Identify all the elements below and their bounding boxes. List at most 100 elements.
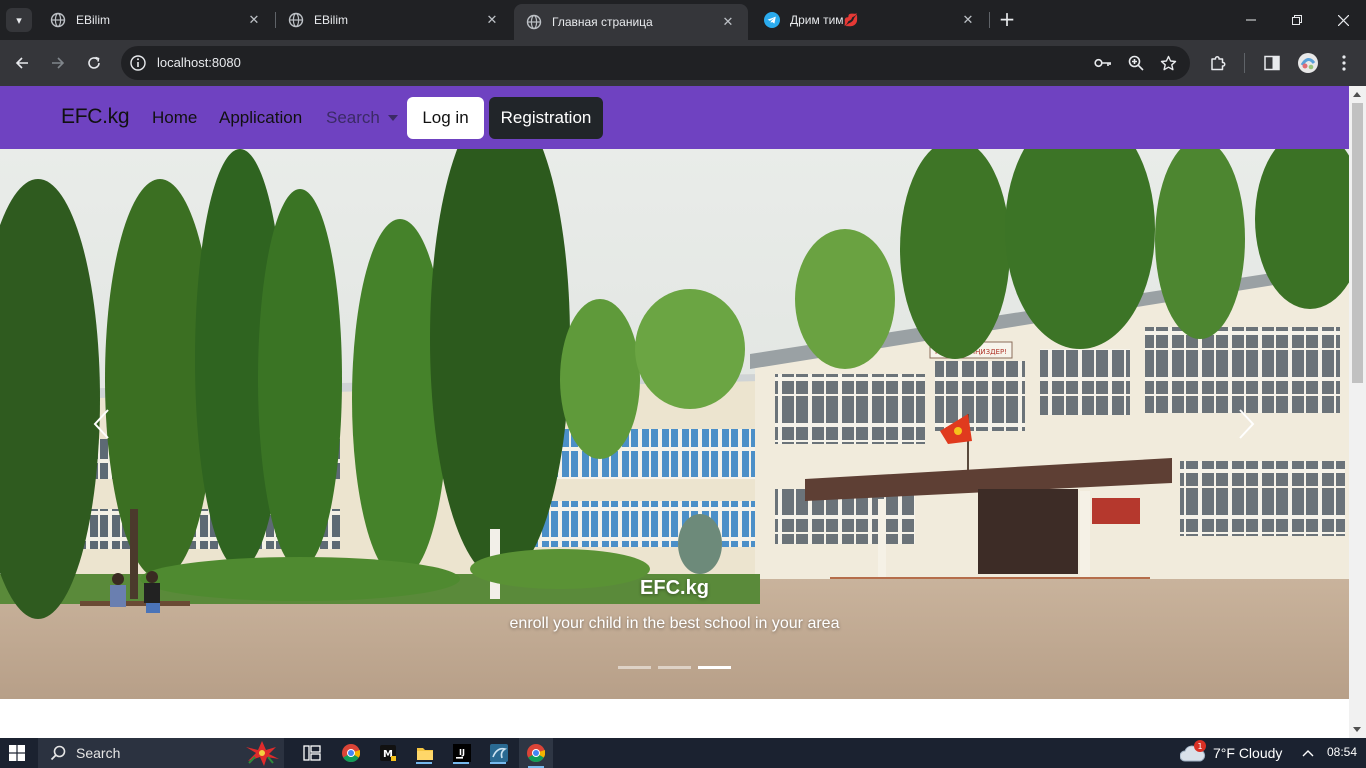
task-view-button[interactable] (301, 742, 323, 764)
browser-toolbar: localhost:8080 (0, 40, 1366, 86)
chevron-down-icon: ▾ (16, 13, 22, 27)
chrome-icon (527, 744, 545, 762)
running-indicator (490, 762, 506, 764)
tab-title: Дрим тим💋 (790, 13, 859, 27)
brand-logo[interactable]: EFC.kg (61, 105, 130, 129)
zoom-button[interactable] (1126, 53, 1146, 73)
scroll-thumb[interactable] (1352, 103, 1363, 383)
login-button[interactable]: Log in (407, 97, 484, 139)
carousel-indicator-2[interactable] (658, 666, 691, 669)
windows-taskbar: Search M IJ 1 7°F Cloudy 08:54 (0, 738, 1366, 768)
running-indicator (453, 762, 469, 764)
show-hidden-icons-button[interactable] (1300, 745, 1316, 761)
extensions-button[interactable] (1207, 52, 1229, 74)
close-tab-icon[interactable]: ✕ (246, 12, 262, 28)
close-window-button[interactable] (1320, 0, 1366, 40)
bookmark-button[interactable] (1158, 53, 1178, 73)
registration-button[interactable]: Registration (489, 97, 603, 139)
globe-icon (526, 14, 542, 30)
close-tab-icon[interactable]: ✕ (720, 14, 736, 30)
more-vertical-icon (1342, 55, 1346, 71)
minimize-icon (1246, 19, 1256, 21)
side-panel-icon (1264, 55, 1280, 71)
globe-icon (288, 12, 304, 28)
globe-icon (50, 12, 66, 28)
mediaget-icon: M (380, 745, 396, 761)
toolbar-divider (1244, 53, 1245, 73)
new-tab-button[interactable]: + (996, 7, 1018, 31)
tab-search-button[interactable]: ▾ (6, 8, 32, 32)
back-button[interactable] (8, 49, 36, 77)
tab-title: EBilim (314, 13, 349, 27)
dropdown-caret-icon[interactable] (388, 115, 398, 121)
chrome-menu-button[interactable] (1333, 52, 1355, 74)
forward-button[interactable] (44, 49, 72, 77)
browser-tab-strip: ▾ EBilim ✕ EBilim ✕ Главная страница ✕ Д… (0, 0, 1366, 40)
profile-button[interactable] (1297, 52, 1319, 74)
minimize-button[interactable] (1228, 0, 1274, 40)
folder-icon (417, 748, 433, 760)
carousel-indicator-3-active[interactable] (698, 666, 731, 669)
workbench-icon (490, 744, 508, 762)
password-key-button[interactable] (1093, 53, 1113, 73)
browser-tab-4[interactable]: Дрим тим💋 ✕ (752, 4, 988, 36)
address-bar[interactable]: localhost:8080 (121, 46, 1190, 80)
carousel-prev-button[interactable] (86, 404, 116, 444)
info-icon[interactable] (129, 54, 147, 72)
chevron-right-icon (1239, 409, 1255, 439)
star-icon (1160, 55, 1176, 70)
nav-search-dropdown[interactable]: Search (326, 108, 380, 128)
taskbar-intellij[interactable]: IJ (451, 742, 473, 764)
page-scrollbar[interactable] (1349, 86, 1366, 738)
windows-start-icon[interactable] (9, 745, 25, 761)
zoom-in-icon (1128, 55, 1144, 71)
tab-title: EBilim (76, 13, 111, 27)
task-view-icon (303, 745, 321, 761)
nav-application-link[interactable]: Application (219, 108, 302, 128)
nav-home-link[interactable]: Home (152, 108, 197, 128)
arrow-left-icon (15, 57, 28, 69)
chevron-left-icon (93, 409, 109, 439)
chevron-up-icon (1302, 750, 1314, 757)
taskbar-search-box[interactable]: Search (38, 738, 284, 768)
close-tab-icon[interactable]: ✕ (484, 12, 500, 28)
close-tab-icon[interactable]: ✕ (960, 12, 976, 28)
browser-tab-1[interactable]: EBilim ✕ (38, 4, 274, 36)
carousel-caption-title: EFC.kg (640, 577, 709, 599)
scroll-up-arrow-icon[interactable] (1353, 92, 1361, 97)
taskbar-mediaget[interactable]: M (377, 742, 399, 764)
carousel-caption-text: enroll your child in the best school in … (509, 615, 840, 632)
taskbar-mysql-workbench[interactable] (488, 742, 510, 764)
taskbar-search-label: Search (76, 745, 121, 761)
carousel-indicator-1[interactable] (618, 666, 651, 669)
key-icon (1094, 58, 1111, 68)
side-panel-button[interactable] (1261, 52, 1283, 74)
browser-tab-2[interactable]: EBilim ✕ (276, 4, 512, 36)
weather-alert-badge: 1 (1194, 740, 1206, 752)
taskbar-file-explorer[interactable] (414, 742, 436, 764)
avatar-icon (1298, 53, 1318, 73)
scroll-down-arrow-icon[interactable] (1353, 727, 1361, 732)
puzzle-icon (1211, 56, 1226, 71)
telegram-icon (764, 12, 780, 28)
address-bar-url[interactable]: localhost:8080 (157, 55, 241, 70)
intellij-icon: IJ (453, 744, 471, 762)
taskbar-clock[interactable]: 08:54 (1327, 745, 1357, 759)
svg-text:IJ: IJ (459, 748, 465, 757)
taskbar-chrome[interactable] (340, 742, 362, 764)
plus-icon: + (998, 7, 1016, 31)
hero-carousel: КОШ КЕЛИҢИЗДЕР! (0, 149, 1349, 699)
reload-icon (88, 56, 100, 69)
weather-widget[interactable]: 1 (1179, 740, 1208, 764)
tab-separator (989, 12, 990, 28)
browser-tab-3-active[interactable]: Главная страница ✕ (514, 4, 748, 40)
close-icon (1337, 14, 1349, 26)
restore-button[interactable] (1274, 0, 1320, 40)
taskbar-chrome-active[interactable] (519, 738, 553, 768)
carousel-next-button[interactable] (1232, 404, 1262, 444)
weather-label[interactable]: 7°F Cloudy (1213, 745, 1282, 761)
reload-button[interactable] (80, 49, 108, 77)
tab-title: Главная страница (552, 15, 653, 29)
chrome-icon (342, 744, 360, 762)
poinsettia-icon (246, 741, 279, 766)
